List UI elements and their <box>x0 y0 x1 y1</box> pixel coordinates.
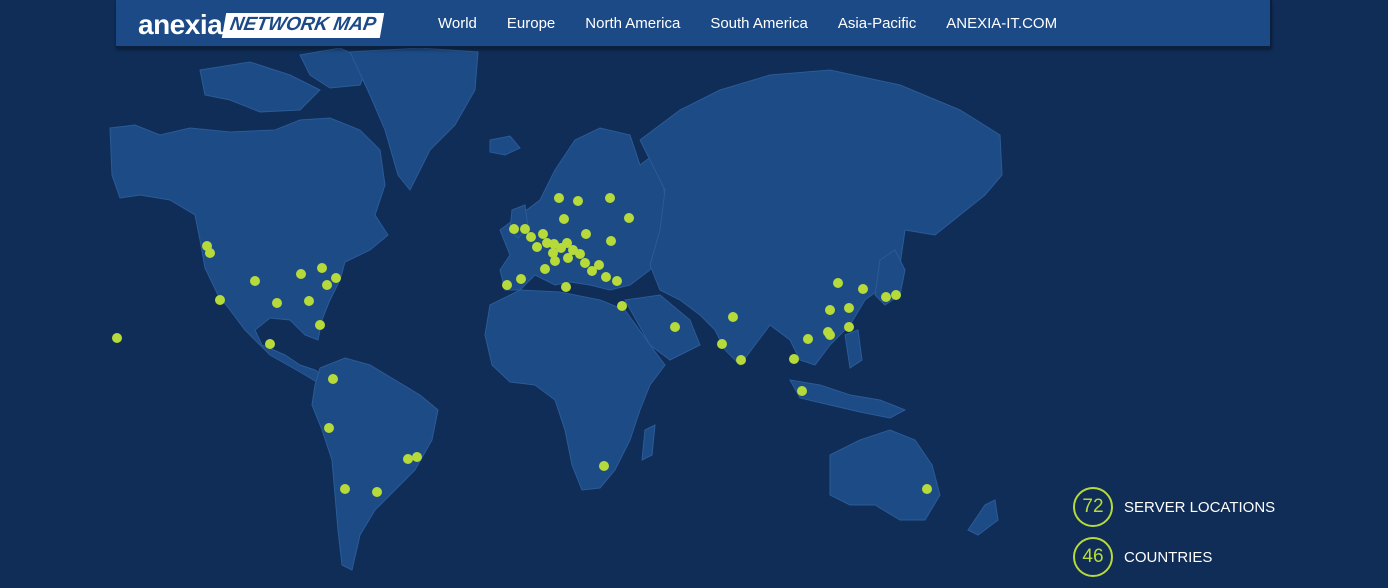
marker-location[interactable] <box>502 280 512 290</box>
marker-location[interactable] <box>797 386 807 396</box>
landmass-new-zealand <box>967 499 999 536</box>
marker-location[interactable] <box>317 263 327 273</box>
marker-location[interactable] <box>624 213 634 223</box>
server-locations-label: SERVER LOCATIONS <box>1124 498 1276 516</box>
logo-brand-text: anexia <box>138 9 223 40</box>
marker-location[interactable] <box>605 193 615 203</box>
marker-location[interactable] <box>580 258 590 268</box>
marker-location[interactable] <box>559 214 569 224</box>
marker-location[interactable] <box>606 236 616 246</box>
marker-location[interactable] <box>881 292 891 302</box>
marker-location[interactable] <box>891 290 901 300</box>
nav-europe[interactable]: Europe <box>507 15 555 32</box>
marker-location[interactable] <box>670 322 680 332</box>
marker-location[interactable] <box>717 339 727 349</box>
marker-location-hawaii[interactable] <box>112 333 122 343</box>
marker-location[interactable] <box>550 256 560 266</box>
marker-location[interactable] <box>272 298 282 308</box>
landmass-indonesia <box>789 379 907 419</box>
server-locations-count: 72 <box>1073 487 1113 527</box>
marker-location[interactable] <box>322 280 332 290</box>
marker-location[interactable] <box>215 295 225 305</box>
marker-location[interactable] <box>516 274 526 284</box>
network-map-page: anexia NETWORK MAP World Europe North Am… <box>0 0 1388 588</box>
marker-location[interactable] <box>736 355 746 365</box>
marker-location[interactable] <box>561 282 571 292</box>
stat-countries: 46 COUNTRIES <box>1073 537 1212 577</box>
marker-location[interactable] <box>554 193 564 203</box>
landmass-madagascar <box>641 424 656 461</box>
marker-location[interactable] <box>304 296 314 306</box>
marker-location[interactable] <box>581 229 591 239</box>
marker-location[interactable] <box>315 320 325 330</box>
marker-location[interactable] <box>599 461 609 471</box>
region-nav: World Europe North America South America… <box>438 0 1087 46</box>
marker-location[interactable] <box>844 303 854 313</box>
marker-location[interactable] <box>825 330 835 340</box>
landmass-iceland <box>489 135 521 156</box>
landmass-asia <box>639 69 1003 366</box>
marker-location[interactable] <box>594 260 604 270</box>
marker-location[interactable] <box>575 249 585 259</box>
nav-world[interactable]: World <box>438 15 477 32</box>
nav-anexia-website-link[interactable]: ANEXIA-IT.COM <box>946 15 1057 32</box>
marker-location[interactable] <box>526 232 536 242</box>
marker-location[interactable] <box>250 276 260 286</box>
nav-south-america[interactable]: South America <box>710 15 808 32</box>
marker-location[interactable] <box>617 301 627 311</box>
marker-location[interactable] <box>612 276 622 286</box>
countries-count: 46 <box>1073 537 1113 577</box>
anexia-logo[interactable]: anexia NETWORK MAP <box>138 9 385 40</box>
marker-location[interactable] <box>532 242 542 252</box>
marker-location[interactable] <box>728 312 738 322</box>
marker-location[interactable] <box>205 248 215 258</box>
stat-server-locations: 72 SERVER LOCATIONS <box>1073 487 1275 527</box>
marker-location[interactable] <box>858 284 868 294</box>
marker-location[interactable] <box>331 273 341 283</box>
marker-location[interactable] <box>540 264 550 274</box>
marker-location[interactable] <box>412 452 422 462</box>
marker-location[interactable] <box>922 484 932 494</box>
marker-location[interactable] <box>328 374 338 384</box>
landmass-south-america <box>311 357 439 571</box>
landmass-philippines <box>844 329 863 369</box>
nav-north-america[interactable]: North America <box>585 15 680 32</box>
marker-location[interactable] <box>601 272 611 282</box>
marker-location[interactable] <box>403 454 413 464</box>
landmass-canada-islands <box>199 61 321 113</box>
marker-location[interactable] <box>844 322 854 332</box>
marker-location[interactable] <box>833 278 843 288</box>
marker-location[interactable] <box>803 334 813 344</box>
landmass-north-america <box>109 117 389 386</box>
marker-location[interactable] <box>509 224 519 234</box>
marker-location[interactable] <box>324 423 334 433</box>
marker-location[interactable] <box>372 487 382 497</box>
landmass-australia <box>829 429 941 521</box>
marker-location[interactable] <box>265 339 275 349</box>
logo-product-text: NETWORK MAP <box>221 12 385 38</box>
marker-location[interactable] <box>340 484 350 494</box>
marker-location[interactable] <box>296 269 306 279</box>
marker-location[interactable] <box>520 224 530 234</box>
top-navigation-bar: anexia NETWORK MAP World Europe North Am… <box>116 0 1272 48</box>
marker-location[interactable] <box>825 305 835 315</box>
marker-location[interactable] <box>573 196 583 206</box>
marker-location[interactable] <box>789 354 799 364</box>
marker-location[interactable] <box>538 229 548 239</box>
countries-label: COUNTRIES <box>1124 548 1213 566</box>
nav-asia-pacific[interactable]: Asia-Pacific <box>838 15 916 32</box>
